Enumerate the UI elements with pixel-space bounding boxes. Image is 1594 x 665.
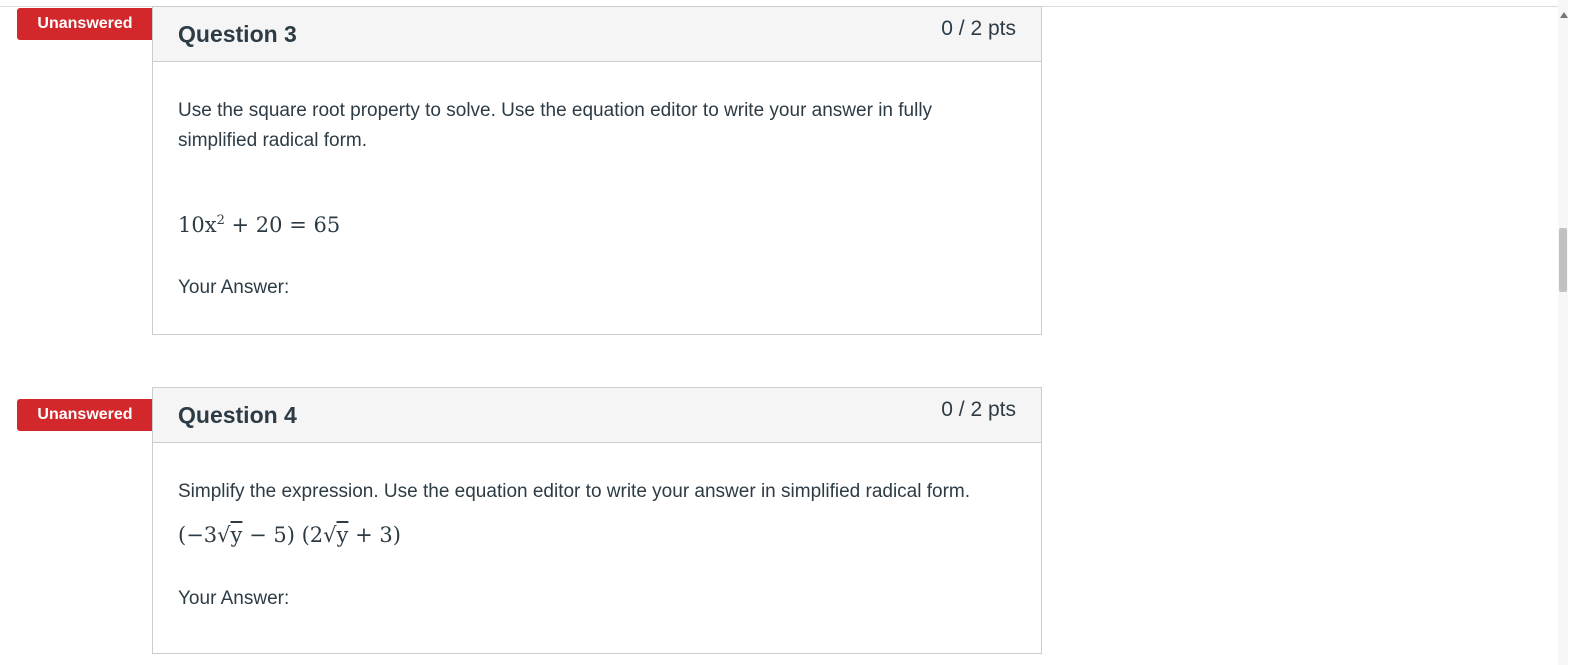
question-3-header: Question 3 0 / 2 pts <box>153 7 1041 62</box>
question-4-body: Simplify the expression. Use the equatio… <box>153 443 1041 609</box>
question-4-text: Simplify the expression. Use the equatio… <box>178 481 971 502</box>
question-3-title: Question 3 <box>178 21 297 47</box>
question-4-expression: (−3√y − 5) (2√y + 3) <box>178 523 401 547</box>
question-3-answer-label: Your Answer: <box>178 277 290 298</box>
question-3-body: Use the square root property to solve. U… <box>153 62 1041 298</box>
radicand: y <box>336 523 349 547</box>
question-4-title: Question 4 <box>178 402 297 428</box>
unanswered-badge: Unanswered <box>17 8 173 40</box>
question-4-points: 0 / 2 pts <box>941 398 1016 421</box>
question-3-card: Question 3 0 / 2 pts Use the square root… <box>152 6 1042 335</box>
question-4-answer-label: Your Answer: <box>178 588 290 609</box>
unanswered-badge-label: Unanswered <box>37 15 133 32</box>
expression-part: (−3√ <box>178 523 231 547</box>
expression-part: + 3) <box>348 523 401 547</box>
scrollbar-track[interactable] <box>1558 0 1568 665</box>
question-4-card: Question 4 0 / 2 pts Simplify the expres… <box>152 387 1042 654</box>
question-3-text: Use the square root property to solve. U… <box>178 100 933 151</box>
equation-rest: + 20 = 65 <box>224 213 341 237</box>
unanswered-badge: Unanswered <box>17 399 173 431</box>
equation-term: 10x <box>178 213 217 237</box>
question-4-header: Question 4 0 / 2 pts <box>153 388 1041 443</box>
question-3-equation: 10x2 + 20 = 65 <box>178 213 340 237</box>
question-3-points: 0 / 2 pts <box>941 17 1016 40</box>
expression-part: − 5) (2√ <box>242 523 337 547</box>
unanswered-badge-label: Unanswered <box>37 406 133 423</box>
scrollbar-thumb[interactable] <box>1559 228 1567 292</box>
equation-exponent: 2 <box>216 213 225 228</box>
radicand: y <box>230 523 243 547</box>
scroll-up-arrow-icon[interactable] <box>1560 12 1568 18</box>
